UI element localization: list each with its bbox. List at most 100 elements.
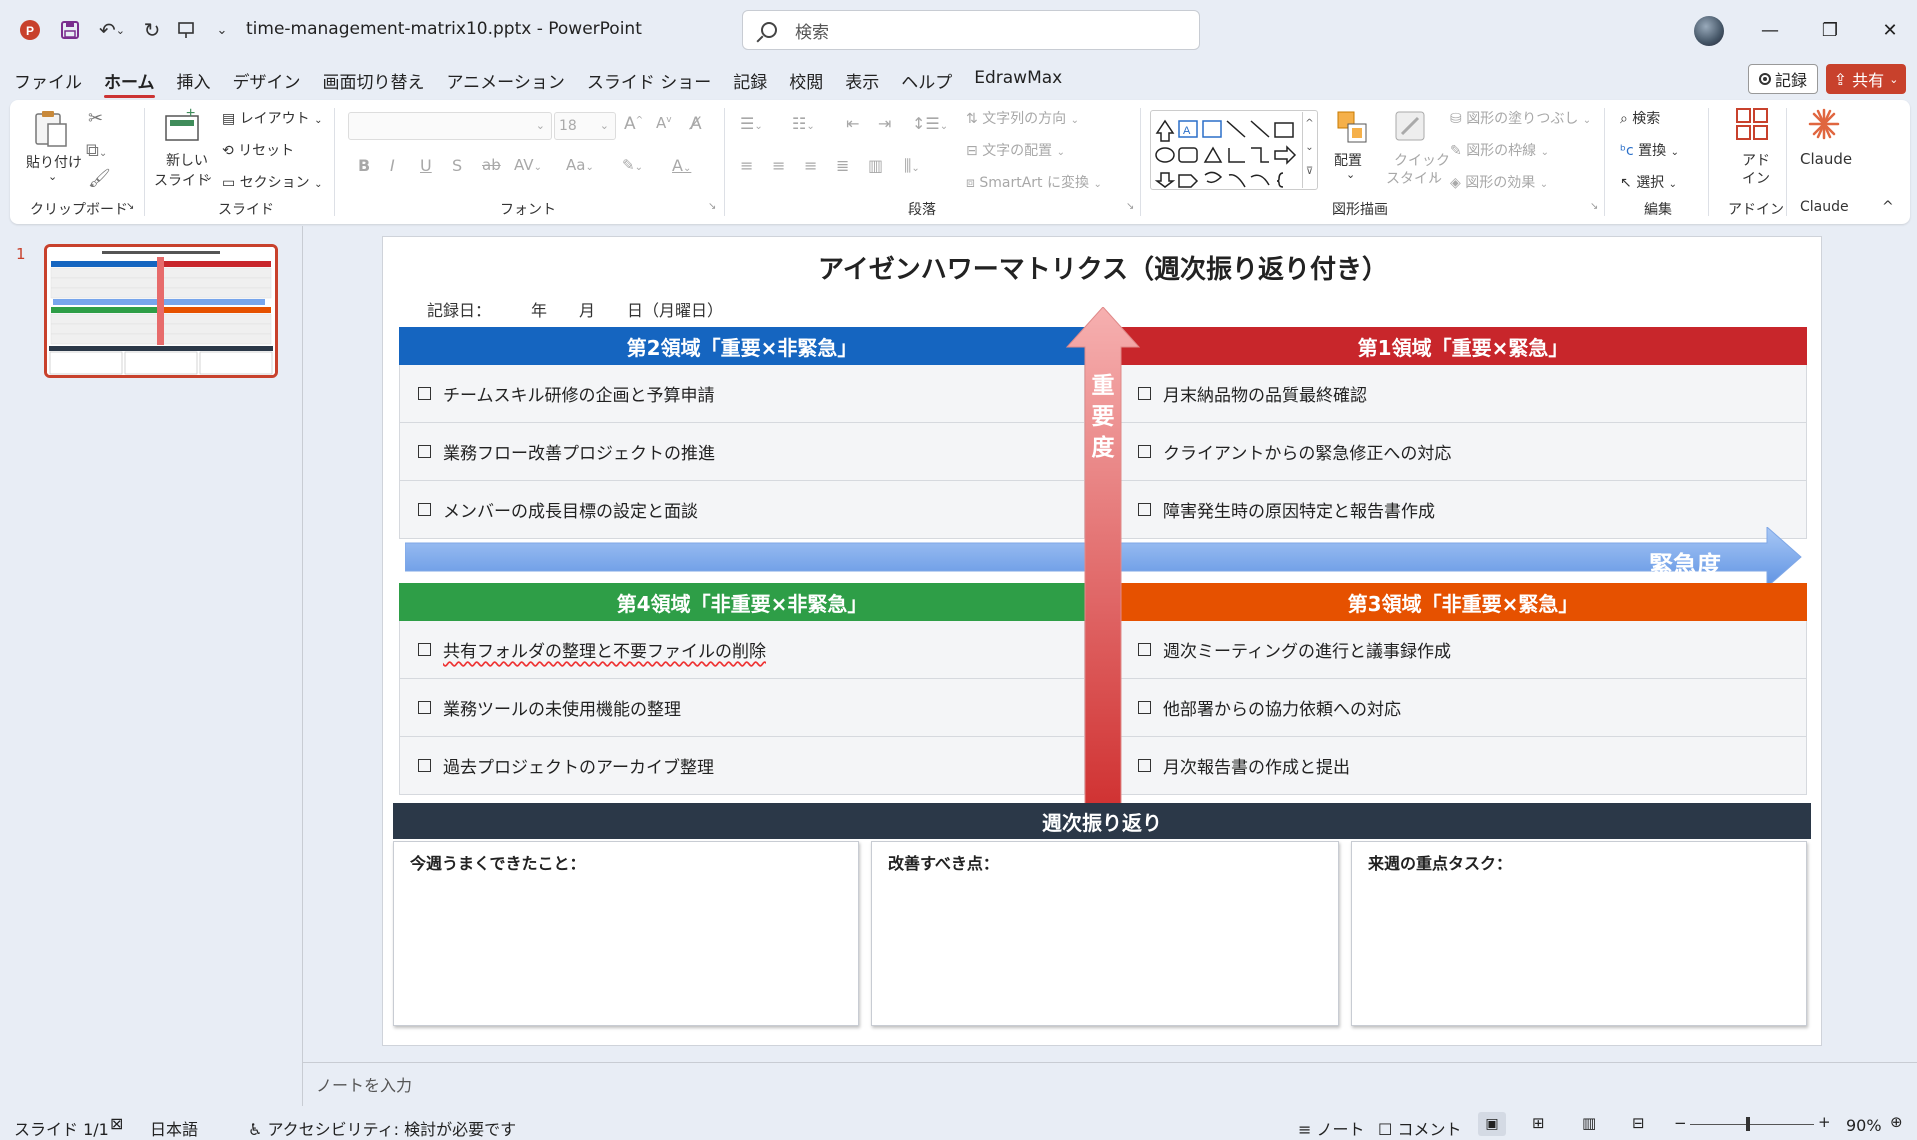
list-item[interactable]: クライアントからの緊急修正への対応 xyxy=(1119,423,1807,481)
checkbox-icon[interactable] xyxy=(418,701,431,714)
tab-animations[interactable]: アニメーション xyxy=(447,64,565,94)
checkbox-icon[interactable] xyxy=(418,503,431,516)
bold-icon[interactable]: B xyxy=(358,156,370,175)
zoom-in-icon[interactable]: + xyxy=(1818,1113,1831,1131)
shadow-icon[interactable]: S xyxy=(452,156,462,175)
arrange-button[interactable]: 配置 xyxy=(1334,150,1362,170)
tab-file[interactable]: ファイル xyxy=(14,64,82,94)
align-text-button[interactable]: ⊟ 文字の配置 ⌄ xyxy=(966,140,1065,160)
fit-to-window-icon[interactable]: ⊕ xyxy=(1890,1113,1903,1131)
review-box-next[interactable]: 来週の重点タスク： xyxy=(1351,841,1807,1026)
shapes-gallery[interactable]: A xyxy=(1150,110,1318,190)
new-slide-chevron-icon[interactable]: ⌄ xyxy=(204,170,213,183)
tab-help[interactable]: ヘルプ xyxy=(901,64,952,94)
undo-icon[interactable]: ↶ ⌄ xyxy=(92,16,132,44)
list-item[interactable]: 週次ミーティングの進行と議事録作成 xyxy=(1119,621,1807,679)
decrease-indent-icon[interactable]: ⇤ xyxy=(846,114,859,133)
record-button[interactable]: 記録 xyxy=(1748,64,1818,94)
tab-home[interactable]: ホーム xyxy=(104,64,155,98)
record-date[interactable]: 記録日： 年 月 日（月曜日） xyxy=(427,297,723,321)
paragraph-dialog-launcher-icon[interactable]: ↘ xyxy=(1126,201,1134,212)
font-color-icon[interactable]: A⌄ xyxy=(672,156,691,175)
new-slide-label-2[interactable]: スライド xyxy=(154,170,210,190)
notes-input[interactable]: ノートを入力 xyxy=(316,1072,412,1096)
replace-button[interactable]: ᵇc 置換 ⌄ xyxy=(1620,140,1679,160)
align-left-icon[interactable]: ≡ xyxy=(740,156,753,175)
language-status[interactable]: 日本語 xyxy=(150,1116,198,1140)
collapse-ribbon-icon[interactable]: ^ xyxy=(1882,199,1894,215)
reset-button[interactable]: ⟲ リセット xyxy=(222,140,294,160)
reading-view-icon[interactable]: ▥ xyxy=(1582,1114,1596,1132)
align-right-icon[interactable]: ≡ xyxy=(804,156,817,175)
present-icon[interactable] xyxy=(172,16,200,44)
select-button[interactable]: ↖ 選択 ⌄ xyxy=(1620,172,1677,192)
quick-styles-chevron-icon[interactable]: ⌄ xyxy=(1430,168,1439,181)
tab-record[interactable]: 記録 xyxy=(733,64,767,94)
customize-toolbar-icon[interactable]: ⌄ xyxy=(208,16,236,44)
increase-indent-icon[interactable]: ⇥ xyxy=(878,114,891,133)
checkbox-icon[interactable] xyxy=(418,759,431,772)
highlight-icon[interactable]: ✎⌄ xyxy=(622,156,643,174)
close-icon[interactable]: ✕ xyxy=(1870,14,1910,46)
quadrant-3-header[interactable]: 第3領域「非重要×緊急」 xyxy=(1119,583,1807,621)
zoom-out-icon[interactable]: − xyxy=(1674,1114,1687,1132)
shape-fill-button[interactable]: ⛁ 図形の塗りつぶし ⌄ xyxy=(1450,108,1591,128)
review-box-done[interactable]: 今週うまくできたこと： xyxy=(393,841,859,1026)
shape-outline-button[interactable]: ✎ 図形の枠線 ⌄ xyxy=(1450,140,1549,160)
tab-review[interactable]: 校閲 xyxy=(789,64,823,94)
restore-icon[interactable]: ❐ xyxy=(1810,14,1850,46)
quick-styles-label-1[interactable]: クイック xyxy=(1394,150,1450,170)
copy-icon[interactable]: ⧉⌄ xyxy=(86,140,107,161)
line-spacing-icon[interactable]: ↕☰⌄ xyxy=(912,114,948,133)
list-item[interactable]: 業務ツールの未使用機能の整理 xyxy=(399,679,1085,737)
search-box[interactable]: 検索 xyxy=(742,10,1200,50)
smartart-button[interactable]: ⧈ SmartArt に変換 ⌄ xyxy=(966,172,1102,192)
normal-view-icon[interactable]: ▣ xyxy=(1478,1112,1506,1136)
addins-icon[interactable] xyxy=(1734,106,1770,146)
paste-chevron-icon[interactable]: ⌄ xyxy=(48,170,57,183)
slide-canvas[interactable]: アイゼンハワーマトリクス（週次振り返り付き） 記録日： 年 月 日（月曜日） 第… xyxy=(382,236,1822,1046)
save-icon[interactable] xyxy=(56,16,84,44)
arrange-icon[interactable] xyxy=(1334,108,1370,148)
format-painter-icon[interactable]: 🖌 xyxy=(88,168,111,189)
list-item[interactable]: 月次報告書の作成と提出 xyxy=(1119,737,1807,795)
list-item[interactable]: 他部署からの協力依頼への対応 xyxy=(1119,679,1807,737)
grow-font-icon[interactable]: A^ xyxy=(624,114,643,134)
accessibility-status[interactable]: ♿ アクセシビリティ: 検討が必要です xyxy=(248,1116,516,1140)
checkbox-icon[interactable] xyxy=(418,445,431,458)
claude-button[interactable]: Claude xyxy=(1800,150,1852,168)
bullets-icon[interactable]: ☰⌄ xyxy=(740,114,763,133)
list-item[interactable]: 共有フォルダの整理と不要ファイルの削除 xyxy=(399,621,1085,679)
clipboard-dialog-launcher-icon[interactable]: ↘ xyxy=(126,201,134,212)
quadrant-1-header[interactable]: 第1領域「重要×緊急」 xyxy=(1119,327,1807,365)
shapes-gallery-scroll[interactable]: ^ ⌄ ⊽ xyxy=(1302,112,1316,188)
quadrant-4-header[interactable]: 第4領域「非重要×非緊急」 xyxy=(399,583,1085,621)
addins-label-2[interactable]: イン xyxy=(1742,168,1770,188)
slideshow-icon[interactable]: ⊟ xyxy=(1632,1114,1645,1132)
slide-thumbnail[interactable] xyxy=(44,244,278,378)
checkbox-icon[interactable] xyxy=(418,387,431,400)
numbering-icon[interactable]: ☷⌄ xyxy=(792,114,815,133)
distributed-icon[interactable]: ▥ xyxy=(868,156,883,175)
list-item[interactable]: 月末納品物の品質最終確認 xyxy=(1119,365,1807,423)
tab-edrawmax[interactable]: EdrawMax xyxy=(974,64,1062,94)
section-button[interactable]: ▭ セクション ⌄ xyxy=(222,172,323,192)
strikethrough-icon[interactable]: ab xyxy=(482,156,501,174)
tab-insert[interactable]: 挿入 xyxy=(177,64,211,94)
tab-design[interactable]: デザイン xyxy=(233,64,301,94)
new-slide-label-1[interactable]: 新しい xyxy=(166,150,208,170)
clear-format-icon[interactable]: A̸ xyxy=(690,114,702,134)
italic-icon[interactable]: I xyxy=(390,156,395,175)
text-direction-button[interactable]: ⇅ 文字列の方向 ⌄ xyxy=(966,108,1079,128)
zoom-slider[interactable] xyxy=(1690,1124,1814,1125)
layout-button[interactable]: ▤ レイアウト ⌄ xyxy=(222,108,323,128)
redo-icon[interactable]: ↻ xyxy=(138,16,166,44)
arrange-chevron-icon[interactable]: ⌄ xyxy=(1346,168,1355,181)
review-header[interactable]: 週次振り返り xyxy=(393,803,1811,839)
font-name-combo[interactable]: ⌄ xyxy=(348,112,552,140)
share-button[interactable]: ⇪ 共有 ⌄ xyxy=(1826,64,1906,94)
font-dialog-launcher-icon[interactable]: ↘ xyxy=(708,201,716,212)
tab-slideshow[interactable]: スライド ショー xyxy=(587,64,711,94)
change-case-icon[interactable]: Aa⌄ xyxy=(566,156,594,174)
list-item[interactable]: 業務フロー改善プロジェクトの推進 xyxy=(399,423,1085,481)
